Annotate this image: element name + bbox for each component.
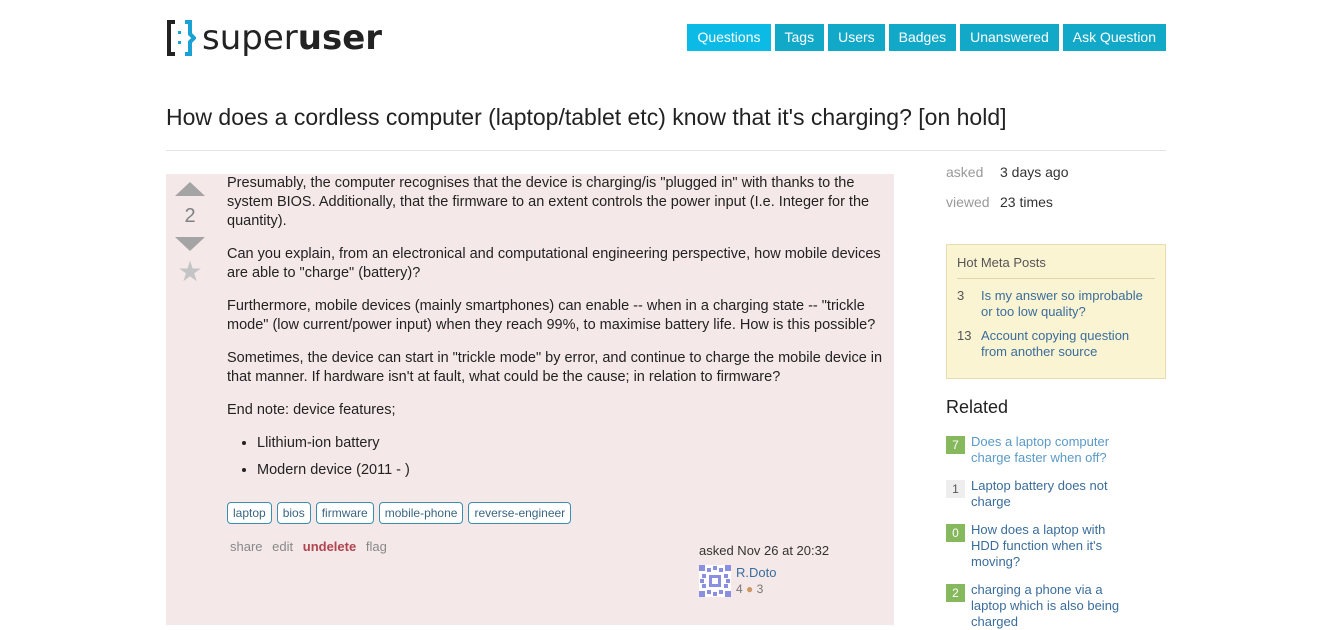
asked-value: 3 days ago: [1000, 164, 1069, 180]
hot-meta-posts: Hot Meta Posts 3 Is my answer so improba…: [946, 244, 1166, 379]
hot-meta-divider: [957, 278, 1155, 279]
owner-reputation: 4 ● 3: [736, 582, 763, 596]
related-link[interactable]: Does a laptop computer charge faster whe…: [971, 434, 1121, 466]
nav-questions[interactable]: Questions: [687, 24, 771, 51]
feature-item: Modern device (2011 - ): [257, 461, 892, 480]
related-link[interactable]: How does a laptop with HDD function when…: [971, 522, 1121, 570]
related-link[interactable]: charging a phone via a laptop which is a…: [971, 582, 1121, 630]
post-actions: share edit undelete flag: [230, 539, 393, 554]
body-paragraph: Presumably, the computer recognises that…: [227, 175, 870, 229]
asked-time: asked Nov 26 at 20:32: [699, 543, 830, 558]
tag-reverse-engineer[interactable]: reverse-engineer: [468, 502, 572, 524]
edit-link[interactable]: edit: [272, 539, 293, 554]
body-paragraph: Furthermore, mobile devices (mainly smar…: [227, 298, 876, 333]
feature-list: Llithium-ion battery Modern device (2011…: [227, 434, 892, 480]
tag-laptop[interactable]: laptop: [227, 502, 272, 524]
viewed-label: viewed: [946, 194, 990, 210]
related-score: 0: [946, 524, 965, 542]
body-paragraph: Sometimes, the device can start in "tric…: [227, 350, 883, 385]
owner-name[interactable]: R.Doto: [736, 565, 776, 580]
share-link[interactable]: share: [230, 539, 263, 554]
related-link[interactable]: Laptop battery does not charge: [971, 478, 1121, 510]
question-post: 2 ★ Presumably, the computer recognises …: [166, 174, 894, 625]
viewed-value: 23 times: [1000, 194, 1053, 210]
reputation-score: 4: [736, 582, 743, 596]
vote-count: 2: [184, 205, 196, 227]
favorite-star-icon[interactable]: ★: [166, 257, 214, 287]
owner-signature: asked Nov 26 at 20:32 R.Doto 4 ● 3: [699, 543, 830, 597]
top-nav: Questions Tags Users Badges Unanswered A…: [687, 24, 1166, 51]
upvote-arrow-icon[interactable]: [175, 182, 205, 196]
question-title[interactable]: How does a cordless computer (laptop/tab…: [166, 104, 1007, 131]
related-score: 1: [946, 480, 965, 498]
flag-link[interactable]: flag: [366, 539, 387, 554]
site-logo[interactable]: superuser: [166, 14, 382, 62]
logo-text: superuser: [202, 18, 383, 58]
feature-item: Llithium-ion battery: [257, 434, 892, 453]
superuser-logo-icon: [167, 20, 196, 56]
hot-meta-count: 3: [957, 288, 965, 303]
title-divider: [166, 150, 1166, 151]
vote-cell: 2 ★: [166, 174, 214, 287]
nav-tags[interactable]: Tags: [774, 24, 825, 51]
nav-users[interactable]: Users: [828, 24, 885, 51]
hot-meta-link[interactable]: Is my answer so improbable or too low qu…: [981, 288, 1156, 320]
nav-unanswered[interactable]: Unanswered: [960, 24, 1059, 51]
question-body: Presumably, the computer recognises that…: [227, 174, 892, 488]
bronze-badge-icon: ●: [746, 582, 754, 596]
hot-meta-count: 13: [957, 328, 972, 343]
body-paragraph: End note: device features;: [227, 402, 396, 418]
related-score: 2: [946, 584, 965, 602]
related-heading: Related: [946, 397, 1009, 417]
hot-meta-title: Hot Meta Posts: [957, 255, 1046, 270]
nav-badges[interactable]: Badges: [888, 24, 957, 51]
downvote-arrow-icon[interactable]: [175, 237, 205, 251]
undelete-link[interactable]: undelete: [303, 539, 356, 554]
nav-ask-question[interactable]: Ask Question: [1062, 24, 1166, 51]
user-avatar[interactable]: [699, 565, 731, 597]
tag-firmware[interactable]: firmware: [315, 502, 374, 524]
body-paragraph: Can you explain, from an electronical an…: [227, 246, 881, 281]
tag-list: laptop bios firmware mobile-phone revers…: [227, 502, 572, 524]
tag-mobile-phone[interactable]: mobile-phone: [378, 502, 464, 524]
tag-bios[interactable]: bios: [276, 502, 311, 524]
bronze-badge-count: 3: [756, 582, 764, 596]
hot-meta-link[interactable]: Account copying question from another so…: [981, 328, 1156, 360]
related-score: 7: [946, 436, 965, 454]
question-stats: asked 3 days ago viewed 23 times: [946, 164, 1069, 224]
asked-label: asked: [946, 164, 984, 180]
